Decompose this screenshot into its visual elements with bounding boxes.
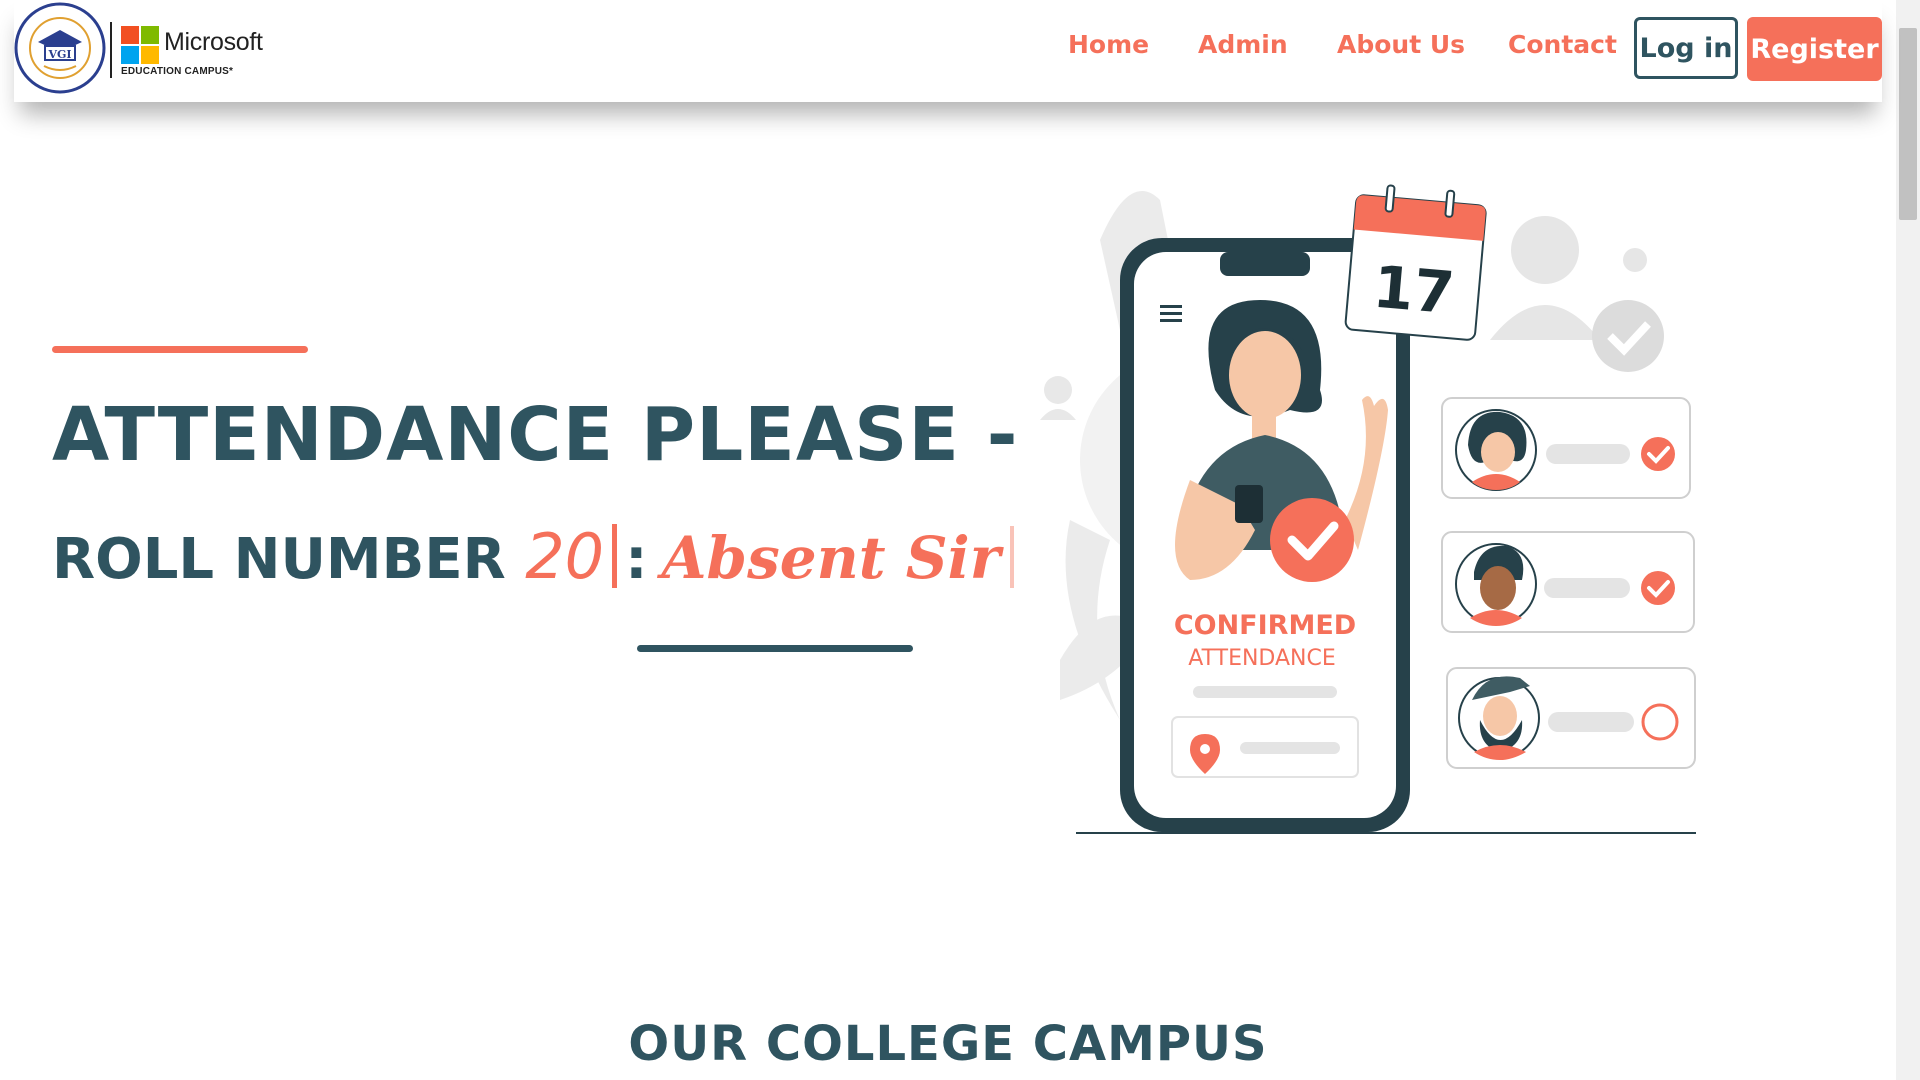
typing-cursor-2 xyxy=(1010,526,1015,588)
bg-person-icon xyxy=(1511,216,1579,284)
logo-divider xyxy=(110,22,112,78)
college-seal-logo[interactable]: VGI xyxy=(14,2,106,94)
typed-status-text: Absent Sir xyxy=(661,524,1001,592)
top-navbar: VGI Microsoft EDUCATION CAMPUS* Home Adm… xyxy=(14,0,1882,102)
nav-about-us[interactable]: About Us xyxy=(1337,30,1465,59)
student-card-1 xyxy=(1441,397,1691,499)
nav-admin[interactable]: Admin xyxy=(1198,30,1288,59)
register-button[interactable]: Register xyxy=(1747,17,1882,81)
confirmed-check-badge xyxy=(1270,498,1354,582)
nav-home[interactable]: Home xyxy=(1068,30,1149,59)
seal-text: VGI xyxy=(47,48,71,61)
section-title-campus: OUR COLLEGE CAMPUS xyxy=(628,1016,1268,1072)
scrollbar-thumb[interactable] xyxy=(1899,28,1917,220)
separator: : xyxy=(625,527,648,592)
calendar-icon: 17 xyxy=(1344,184,1487,341)
check-icon xyxy=(1641,571,1675,605)
hero-title: ATTENDANCE PLEASE - xyxy=(52,392,1019,478)
ground-line xyxy=(1076,832,1696,834)
attendance-illustration: CONFIRMED ATTENDANCE 17 xyxy=(1040,184,1696,834)
typing-cursor xyxy=(612,524,618,588)
bg-check-badge xyxy=(1592,300,1664,372)
phone-notch xyxy=(1220,252,1310,276)
hamburger-icon xyxy=(1160,305,1182,322)
phone-in-hand-icon xyxy=(1235,485,1263,523)
education-campus-label: EDUCATION CAMPUS* xyxy=(121,66,234,77)
confirmed-label: CONFIRMED xyxy=(1174,610,1356,641)
microsoft-logo-icon xyxy=(121,26,159,64)
hero-subtitle: ROLL NUMBER 20: Absent Sir xyxy=(52,520,1015,593)
student-card-2 xyxy=(1441,531,1695,633)
hero-accent-line-top xyxy=(52,346,308,353)
calendar-day: 17 xyxy=(1371,253,1457,328)
microsoft-wordmark: Microsoft xyxy=(164,28,263,56)
login-button[interactable]: Log in xyxy=(1634,17,1738,79)
bg-person-small xyxy=(1044,376,1072,404)
check-icon xyxy=(1641,437,1675,471)
student-card-3 xyxy=(1446,667,1696,769)
attendance-label: ATTENDANCE xyxy=(1188,646,1336,671)
roll-number-label: ROLL NUMBER xyxy=(52,527,506,592)
hero-accent-line-bottom xyxy=(637,645,913,652)
nav-contact[interactable]: Contact xyxy=(1508,30,1617,59)
unchecked-circle-icon xyxy=(1641,703,1679,741)
roll-number-value: 20 xyxy=(525,520,605,593)
